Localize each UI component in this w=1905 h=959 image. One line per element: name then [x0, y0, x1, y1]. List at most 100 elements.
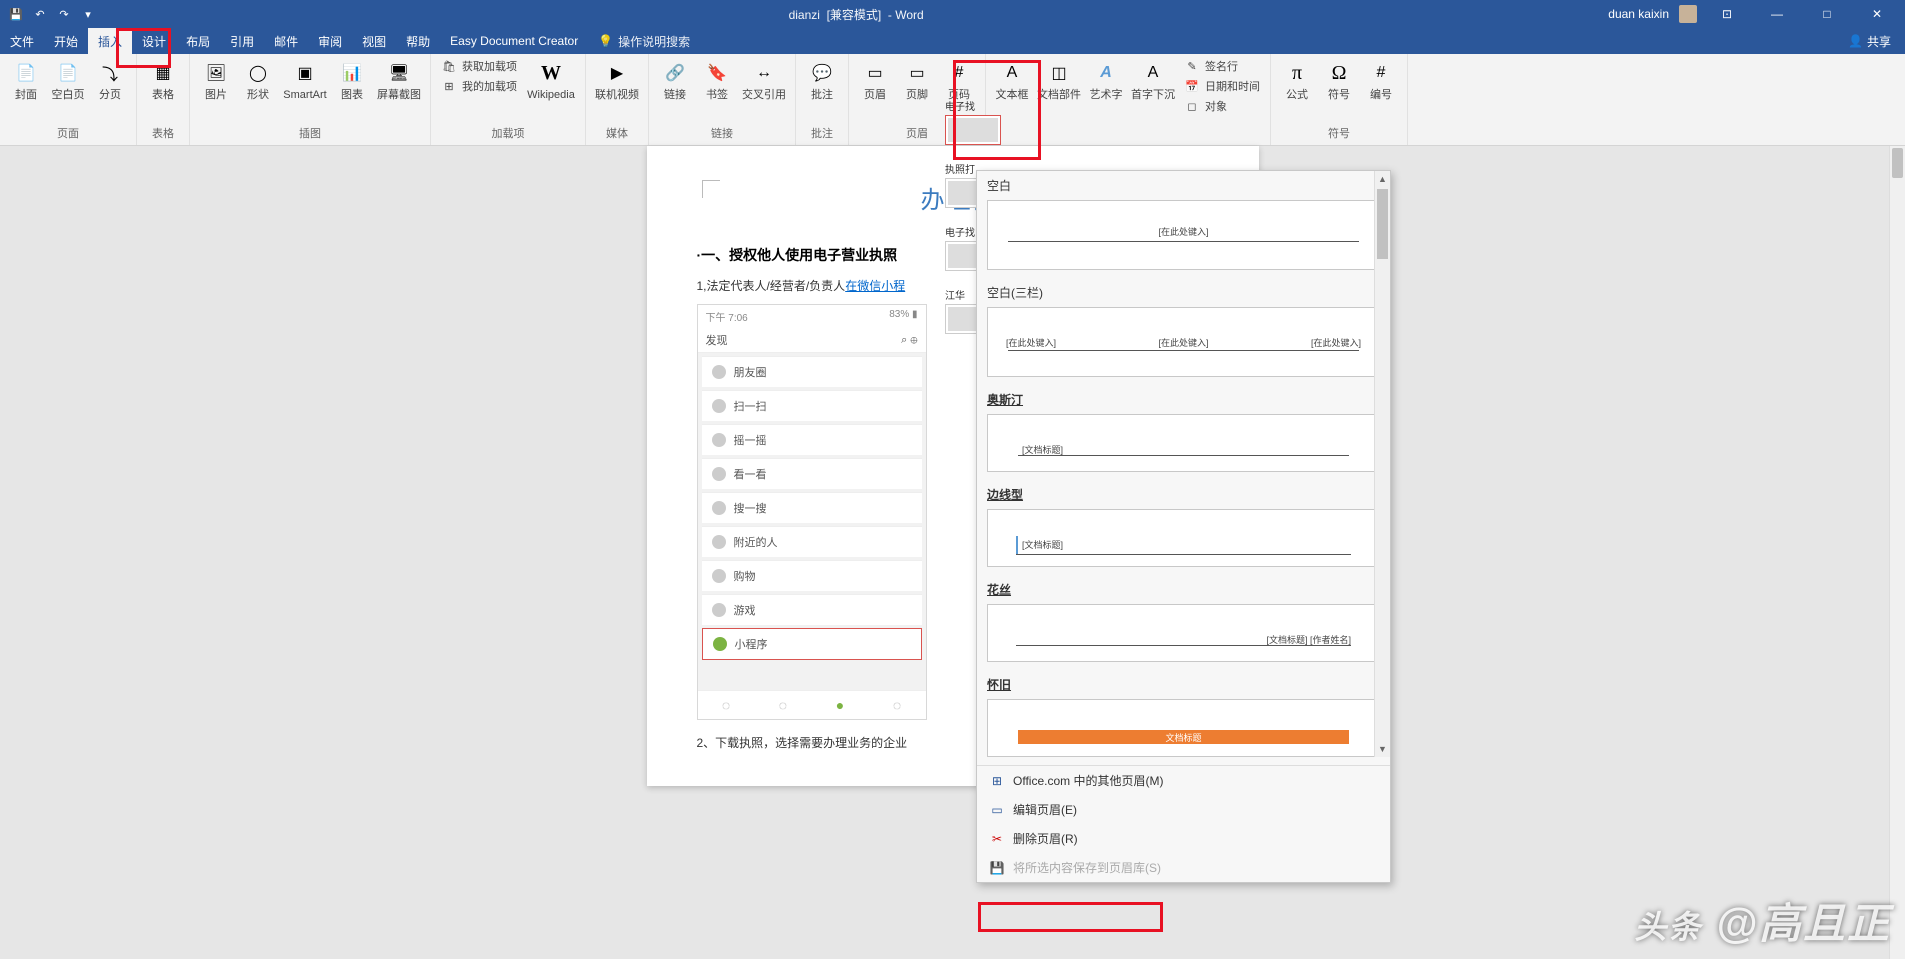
row-icon: [712, 467, 726, 481]
symbol-button[interactable]: Ω符号: [1319, 57, 1359, 101]
user-name[interactable]: duan kaixin: [1608, 7, 1669, 21]
group-text: A文本框 ◫文档部件 A艺术字 A首字下沉 ✎签名行 📅日期和时间 ◻对象: [986, 54, 1271, 145]
page-break-button[interactable]: ⤵分页: [90, 57, 130, 101]
remove-header-icon: ✂: [989, 831, 1005, 847]
shapes-button[interactable]: ◯ 形状: [238, 57, 278, 101]
object-button[interactable]: ◻对象: [1180, 97, 1264, 115]
footer-button[interactable]: ▭页脚: [897, 57, 937, 101]
scrollbar-thumb[interactable]: [1892, 148, 1903, 178]
compat-mode: [兼容模式]: [827, 8, 882, 22]
undo-icon[interactable]: ↶: [32, 6, 48, 22]
group-comments-label: 批注: [811, 123, 833, 145]
table-button[interactable]: ▦表格: [143, 57, 183, 101]
tab-references[interactable]: 引用: [220, 28, 264, 54]
object-icon: ◻: [1184, 98, 1200, 114]
quick-parts-button[interactable]: ◫文档部件: [1034, 57, 1084, 101]
qat-more-icon[interactable]: ▾: [80, 6, 96, 22]
text-box-button[interactable]: A文本框: [992, 57, 1032, 101]
group-hf-label: 页眉: [906, 123, 928, 145]
date-time-button[interactable]: 📅日期和时间: [1180, 77, 1264, 95]
wordart-button[interactable]: A艺术字: [1086, 57, 1126, 101]
tab-review[interactable]: 审阅: [308, 28, 352, 54]
group-tables: ▦表格 表格: [137, 54, 190, 145]
minimize-icon[interactable]: —: [1757, 0, 1797, 28]
header-gallery-dropdown: 空白 [在此处键入] 空白(三栏) [在此处键入][在此处键入][在此处键入] …: [976, 170, 1391, 883]
link-button[interactable]: 🔗链接: [655, 57, 695, 101]
gallery-preview-retro[interactable]: 文档标题: [987, 699, 1380, 757]
tab-view[interactable]: 视图: [352, 28, 396, 54]
redo-icon[interactable]: ↷: [56, 6, 72, 22]
phone-search-icon: ⌕: [901, 334, 907, 346]
gallery-category-blank: 空白: [977, 171, 1390, 196]
equation-button[interactable]: π公式: [1277, 57, 1317, 101]
tab-file[interactable]: 文件: [0, 28, 44, 54]
gallery-preview-3col[interactable]: [在此处键入][在此处键入][在此处键入]: [987, 307, 1380, 377]
get-addins-button[interactable]: 🛍获取加载项: [437, 57, 521, 75]
gallery-remove-header[interactable]: ✂删除页眉(R): [977, 824, 1390, 853]
group-symbols: π公式 Ω符号 #编号 符号: [1271, 54, 1408, 145]
drop-cap-button[interactable]: A首字下沉: [1128, 57, 1178, 101]
title-bar: 💾 ↶ ↷ ▾ dianzi [兼容模式] - Word duan kaixin…: [0, 0, 1905, 28]
phone-discover: 发现: [706, 332, 728, 348]
number-button[interactable]: #编号: [1361, 57, 1401, 101]
drop-cap-icon: A: [1139, 59, 1167, 87]
screenshot-button[interactable]: 🖥屏幕截图: [374, 57, 424, 101]
gallery-preview-austin[interactable]: [文档标题]: [987, 414, 1380, 472]
shapes-label: 形状: [247, 89, 269, 101]
gallery-category-austin: 奥斯汀: [977, 385, 1390, 410]
phone-row: 购物: [702, 560, 922, 591]
gallery-edit-header[interactable]: ▭编辑页眉(E): [977, 795, 1390, 824]
group-tables-label: 表格: [152, 123, 174, 145]
tell-me-search[interactable]: 💡 操作说明搜索: [598, 28, 690, 54]
gallery-scrollbar[interactable]: ▲▼: [1374, 171, 1390, 757]
quick-parts-icon: ◫: [1045, 59, 1073, 87]
comment-button[interactable]: 💬 批注: [802, 57, 842, 101]
gallery-scroll-thumb[interactable]: [1377, 189, 1388, 259]
tab-help[interactable]: 帮助: [396, 28, 440, 54]
comment-icon: 💬: [808, 59, 836, 87]
row-icon: [712, 535, 726, 549]
save-icon[interactable]: 💾: [8, 6, 24, 22]
tab-layout[interactable]: 布局: [176, 28, 220, 54]
signature-line-button[interactable]: ✎签名行: [1180, 57, 1264, 75]
online-video-button[interactable]: ▶联机视频: [592, 57, 642, 101]
phone-row: 搜一搜: [702, 492, 922, 523]
shapes-icon: ◯: [244, 59, 272, 87]
tab-insert[interactable]: 插入: [88, 28, 132, 54]
gallery-office-more[interactable]: ⊞Office.com 中的其他页眉(M): [977, 766, 1390, 795]
ribbon-options-icon[interactable]: ⊡: [1707, 0, 1747, 28]
user-avatar[interactable]: [1679, 5, 1697, 23]
bookmark-icon: 🔖: [703, 59, 731, 87]
pictures-button[interactable]: 🖼图片: [196, 57, 236, 101]
blank-page-button[interactable]: 📄空白页: [48, 57, 88, 101]
smartart-button[interactable]: ▣SmartArt: [280, 57, 330, 101]
cross-reference-button[interactable]: ↔交叉引用: [739, 57, 789, 101]
close-icon[interactable]: ✕: [1857, 0, 1897, 28]
tab-design[interactable]: 设计: [132, 28, 176, 54]
bookmark-label: 书签: [706, 89, 728, 101]
scroll-up-icon[interactable]: ▲: [1375, 171, 1390, 187]
wikipedia-button[interactable]: WWikipedia: [523, 57, 579, 101]
number-icon: #: [1367, 59, 1395, 87]
comment-label: 批注: [811, 89, 833, 101]
signature-icon: ✎: [1184, 58, 1200, 74]
wikipedia-icon: W: [537, 59, 565, 87]
tab-easy-document-creator[interactable]: Easy Document Creator: [440, 28, 588, 54]
tab-home[interactable]: 开始: [44, 28, 88, 54]
group-links: 🔗链接 🔖书签 ↔交叉引用 链接: [649, 54, 796, 145]
vertical-scrollbar[interactable]: [1889, 146, 1905, 959]
chart-button[interactable]: 📊图表: [332, 57, 372, 101]
lightbulb-icon: 💡: [598, 34, 613, 48]
gallery-preview-blank[interactable]: [在此处键入]: [987, 200, 1380, 270]
maximize-icon[interactable]: □: [1807, 0, 1847, 28]
my-addins-button[interactable]: ⊞我的加载项: [437, 77, 521, 95]
header-button[interactable]: ▭页眉: [855, 57, 895, 101]
page-number-button[interactable]: #页码: [939, 57, 979, 101]
tab-mailings[interactable]: 邮件: [264, 28, 308, 54]
gallery-preview-banded[interactable]: [文档标题]: [987, 509, 1380, 567]
gallery-preview-filigree[interactable]: [文档标题] [作者姓名]: [987, 604, 1380, 662]
scroll-down-icon[interactable]: ▼: [1375, 741, 1390, 757]
cover-page-button[interactable]: 📄封面: [6, 57, 46, 101]
bookmark-button[interactable]: 🔖 书签: [697, 57, 737, 101]
share-button[interactable]: 👤 共享: [1848, 28, 1905, 54]
